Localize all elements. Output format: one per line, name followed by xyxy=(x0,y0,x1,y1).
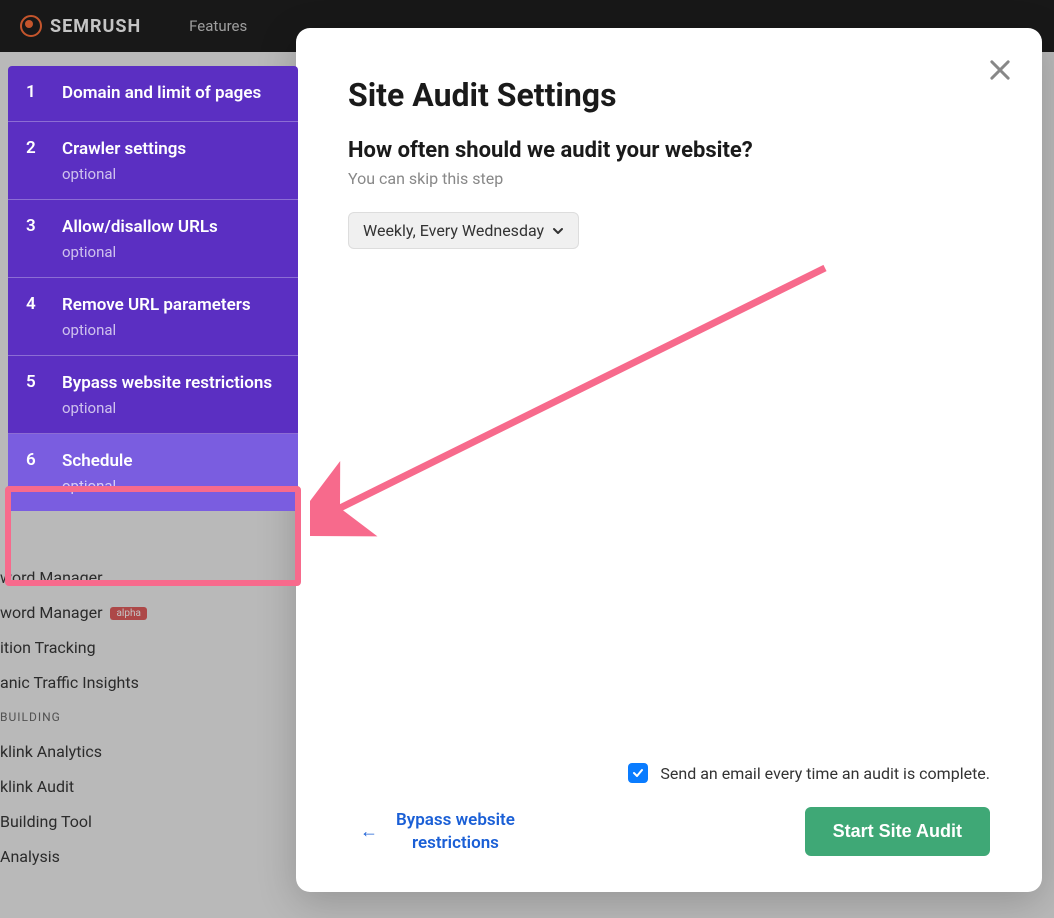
step-optional-label: optional xyxy=(62,165,280,183)
step-bypass-restrictions[interactable]: 5 Bypass website restrictions optional xyxy=(8,356,298,434)
email-notification-checkbox[interactable] xyxy=(628,763,648,783)
step-number: 1 xyxy=(26,82,42,105)
step-number: 2 xyxy=(26,138,42,183)
back-to-previous-step-link[interactable]: ← Bypass website restrictions xyxy=(360,809,515,853)
step-optional-label: optional xyxy=(62,399,280,417)
footer-actions: ← Bypass website restrictions Start Site… xyxy=(348,807,990,856)
email-notification-label: Send an email every time an audit is com… xyxy=(660,764,990,783)
modal-subtitle: How often should we audit your website? xyxy=(348,138,990,163)
close-button[interactable] xyxy=(986,56,1014,84)
modal-footer: Send an email every time an audit is com… xyxy=(348,763,990,856)
step-title: Bypass website restrictions xyxy=(62,372,280,395)
modal-title: Site Audit Settings xyxy=(348,76,990,114)
step-crawler-settings[interactable]: 2 Crawler settings optional xyxy=(8,122,298,200)
step-title: Allow/disallow URLs xyxy=(62,216,280,239)
step-title: Remove URL parameters xyxy=(62,294,280,317)
step-schedule[interactable]: 6 Schedule optional xyxy=(8,434,298,511)
step-title: Domain and limit of pages xyxy=(62,82,280,105)
step-remove-url-parameters[interactable]: 4 Remove URL parameters optional xyxy=(8,278,298,356)
start-site-audit-button[interactable]: Start Site Audit xyxy=(805,807,990,856)
close-icon xyxy=(986,56,1014,84)
email-notification-row: Send an email every time an audit is com… xyxy=(348,763,990,783)
arrow-left-icon: ← xyxy=(360,821,378,842)
step-domain-and-limit[interactable]: 1 Domain and limit of pages xyxy=(8,66,298,122)
check-icon xyxy=(632,767,644,779)
dropdown-value: Weekly, Every Wednesday xyxy=(363,221,544,240)
wizard-steps-sidebar: 1 Domain and limit of pages 2 Crawler se… xyxy=(8,66,298,511)
modal-hint: You can skip this step xyxy=(348,169,990,188)
step-optional-label: optional xyxy=(62,321,280,339)
step-number: 6 xyxy=(26,450,42,495)
step-allow-disallow-urls[interactable]: 3 Allow/disallow URLs optional xyxy=(8,200,298,278)
step-title: Schedule xyxy=(62,450,280,473)
step-optional-label: optional xyxy=(62,477,280,495)
step-number: 4 xyxy=(26,294,42,339)
step-number: 5 xyxy=(26,372,42,417)
chevron-down-icon xyxy=(552,225,564,237)
step-optional-label: optional xyxy=(62,243,280,261)
back-link-label: Bypass website restrictions xyxy=(396,809,515,853)
step-title: Crawler settings xyxy=(62,138,280,161)
step-number: 3 xyxy=(26,216,42,261)
schedule-frequency-dropdown[interactable]: Weekly, Every Wednesday xyxy=(348,212,579,249)
site-audit-settings-modal: Site Audit Settings How often should we … xyxy=(296,28,1042,892)
